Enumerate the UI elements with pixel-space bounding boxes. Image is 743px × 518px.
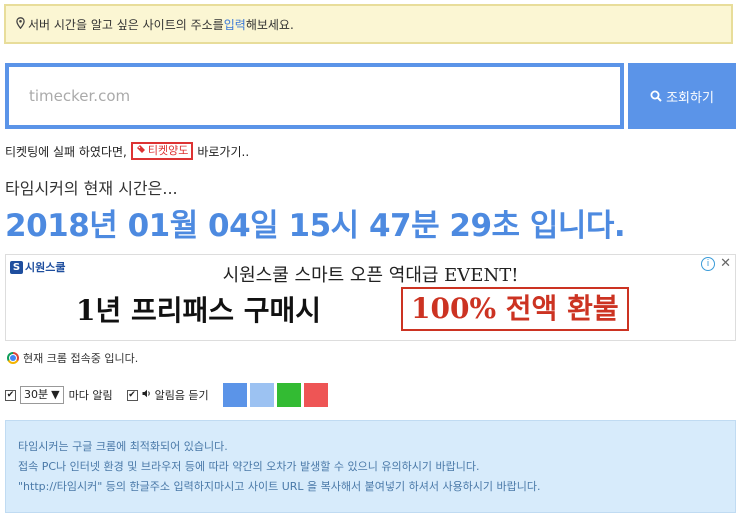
notice-highlight: 입력 xyxy=(223,17,246,32)
alarm-checkbox[interactable]: ✔ xyxy=(5,389,16,401)
ticket-prefix: 티켓팅에 실패 하였다면, xyxy=(5,144,127,159)
sound-label: 알림음 듣기 xyxy=(154,389,209,402)
usage-info-box: 타임시커는 구글 크롬에 최적화되어 있습니다. 접속 PC나 인터넷 환경 및… xyxy=(5,420,736,513)
ad-headline: 시원스쿨 스마트 오픈 역대급 EVENT! xyxy=(222,265,519,286)
theme-color-red[interactable] xyxy=(303,383,328,407)
theme-color-green[interactable] xyxy=(276,383,301,407)
url-search-input[interactable] xyxy=(5,63,624,129)
server-time-display: 2018년 01월 04일 15시 47분 29초 입니다. xyxy=(5,208,626,244)
ticket-transfer-line: 티켓팅에 실패 하였다면, 티켓양도 바로가기.. xyxy=(5,142,249,160)
alarm-interval-select[interactable]: 30분 ▼ xyxy=(20,386,64,404)
notice-text-after: 해보세요. xyxy=(245,17,294,32)
theme-color-light-blue[interactable] xyxy=(249,383,274,407)
alarm-interval-value: 30분 xyxy=(24,388,49,401)
map-pin-icon xyxy=(16,16,25,32)
notice-banner: 서버 시간을 알고 싶은 사이트의 주소를 입력 해보세요. xyxy=(4,4,733,44)
ad-close-icon[interactable]: ✕ xyxy=(720,256,731,271)
ticket-shortcut-link[interactable]: 바로가기.. xyxy=(197,143,249,160)
ad-main-text: 1년 프리패스 구매시 xyxy=(76,294,322,327)
alarm-label: 마다 알림 xyxy=(68,389,113,402)
ticket-transfer-badge[interactable]: 티켓양도 xyxy=(130,142,194,160)
browser-status: 현재 크롬 접속중 입니다. xyxy=(7,350,138,366)
sound-checkbox[interactable]: ✔ xyxy=(126,389,138,401)
info-line: 접속 PC나 인터넷 환경 및 브라우저 등에 따라 약간의 오차가 발생할 수… xyxy=(18,460,480,473)
browser-status-text: 현재 크롬 접속중 입니다. xyxy=(23,352,139,365)
info-line: "http://타임시커" 등의 한글주소 입력하지마시고 사이트 URL 을 … xyxy=(18,480,541,493)
ad-info-icon[interactable]: i xyxy=(701,257,715,271)
info-line: 타임시커는 구글 크롬에 최적화되어 있습니다. xyxy=(18,440,228,453)
current-time-label: 타임시커의 현재 시간은... xyxy=(5,179,178,198)
dropdown-arrow-icon: ▼ xyxy=(51,388,60,401)
ticket-icon xyxy=(136,144,146,158)
search-button[interactable]: 조회하기 xyxy=(628,63,736,129)
search-button-label: 조회하기 xyxy=(666,90,714,106)
ad-refund-text: 100% 전액 환불 xyxy=(401,287,629,331)
notice-text-before: 서버 시간을 알고 싶은 사이트의 주소를 xyxy=(28,17,224,32)
chrome-icon xyxy=(7,352,19,364)
theme-color-blue[interactable] xyxy=(222,383,247,407)
alarm-controls: ✔ 30분 ▼ 마다 알림 ✔ 알림음 듣기 xyxy=(5,383,331,407)
search-icon xyxy=(650,90,662,102)
advertisement-banner[interactable]: S 시원스쿨 시원스쿨 스마트 오픈 역대급 EVENT! 1년 프리패스 구매… xyxy=(5,254,736,341)
speaker-icon xyxy=(142,389,152,401)
ticket-badge-label: 티켓양도 xyxy=(147,144,189,157)
